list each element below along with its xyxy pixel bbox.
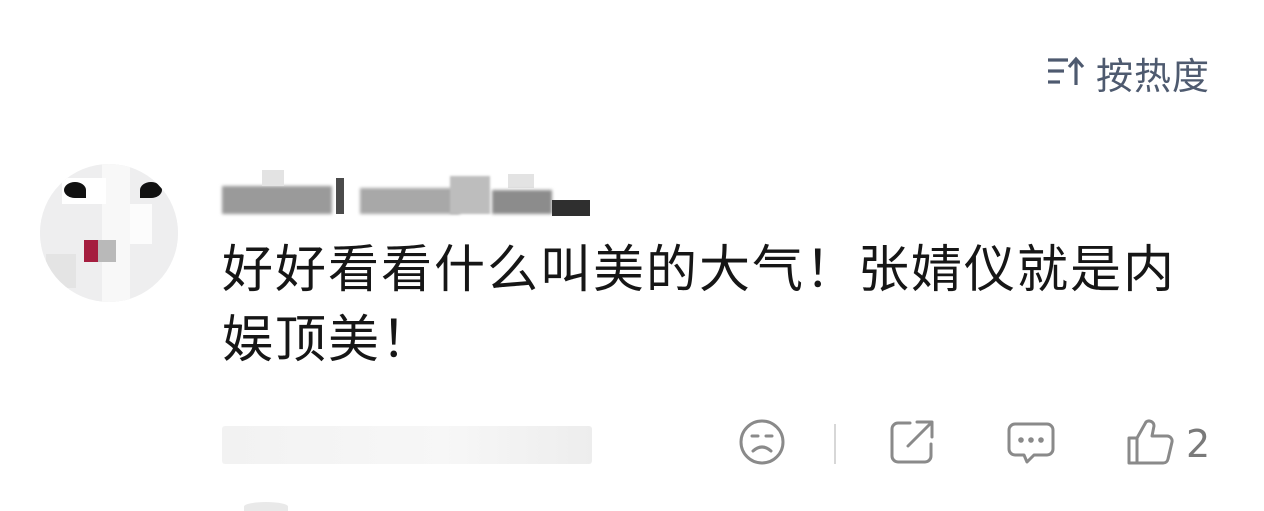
username-redacted[interactable] bbox=[222, 170, 592, 220]
like-count: 2 bbox=[1186, 422, 1211, 466]
sort-by-heat-button[interactable]: 按热度 bbox=[1046, 46, 1210, 100]
sad-face-icon bbox=[736, 416, 788, 472]
reply-button[interactable] bbox=[1004, 418, 1058, 470]
share-button[interactable] bbox=[886, 418, 938, 470]
thumbs-up-icon bbox=[1124, 416, 1176, 472]
avatar[interactable] bbox=[40, 164, 178, 302]
mood-button[interactable] bbox=[736, 418, 788, 470]
like-button[interactable]: 2 bbox=[1124, 418, 1210, 470]
comment-meta-redacted bbox=[222, 426, 592, 464]
share-icon bbox=[886, 416, 938, 472]
comment-icon bbox=[1004, 416, 1058, 472]
next-comment-avatar-edge bbox=[244, 502, 288, 511]
sort-icon bbox=[1046, 52, 1086, 94]
sort-label: 按热度 bbox=[1096, 55, 1210, 98]
comment-text: 好好看看什么叫美的大气！张婧仪就是内娱顶美！ bbox=[222, 241, 1177, 370]
comment-actions: 2 bbox=[736, 418, 1236, 470]
